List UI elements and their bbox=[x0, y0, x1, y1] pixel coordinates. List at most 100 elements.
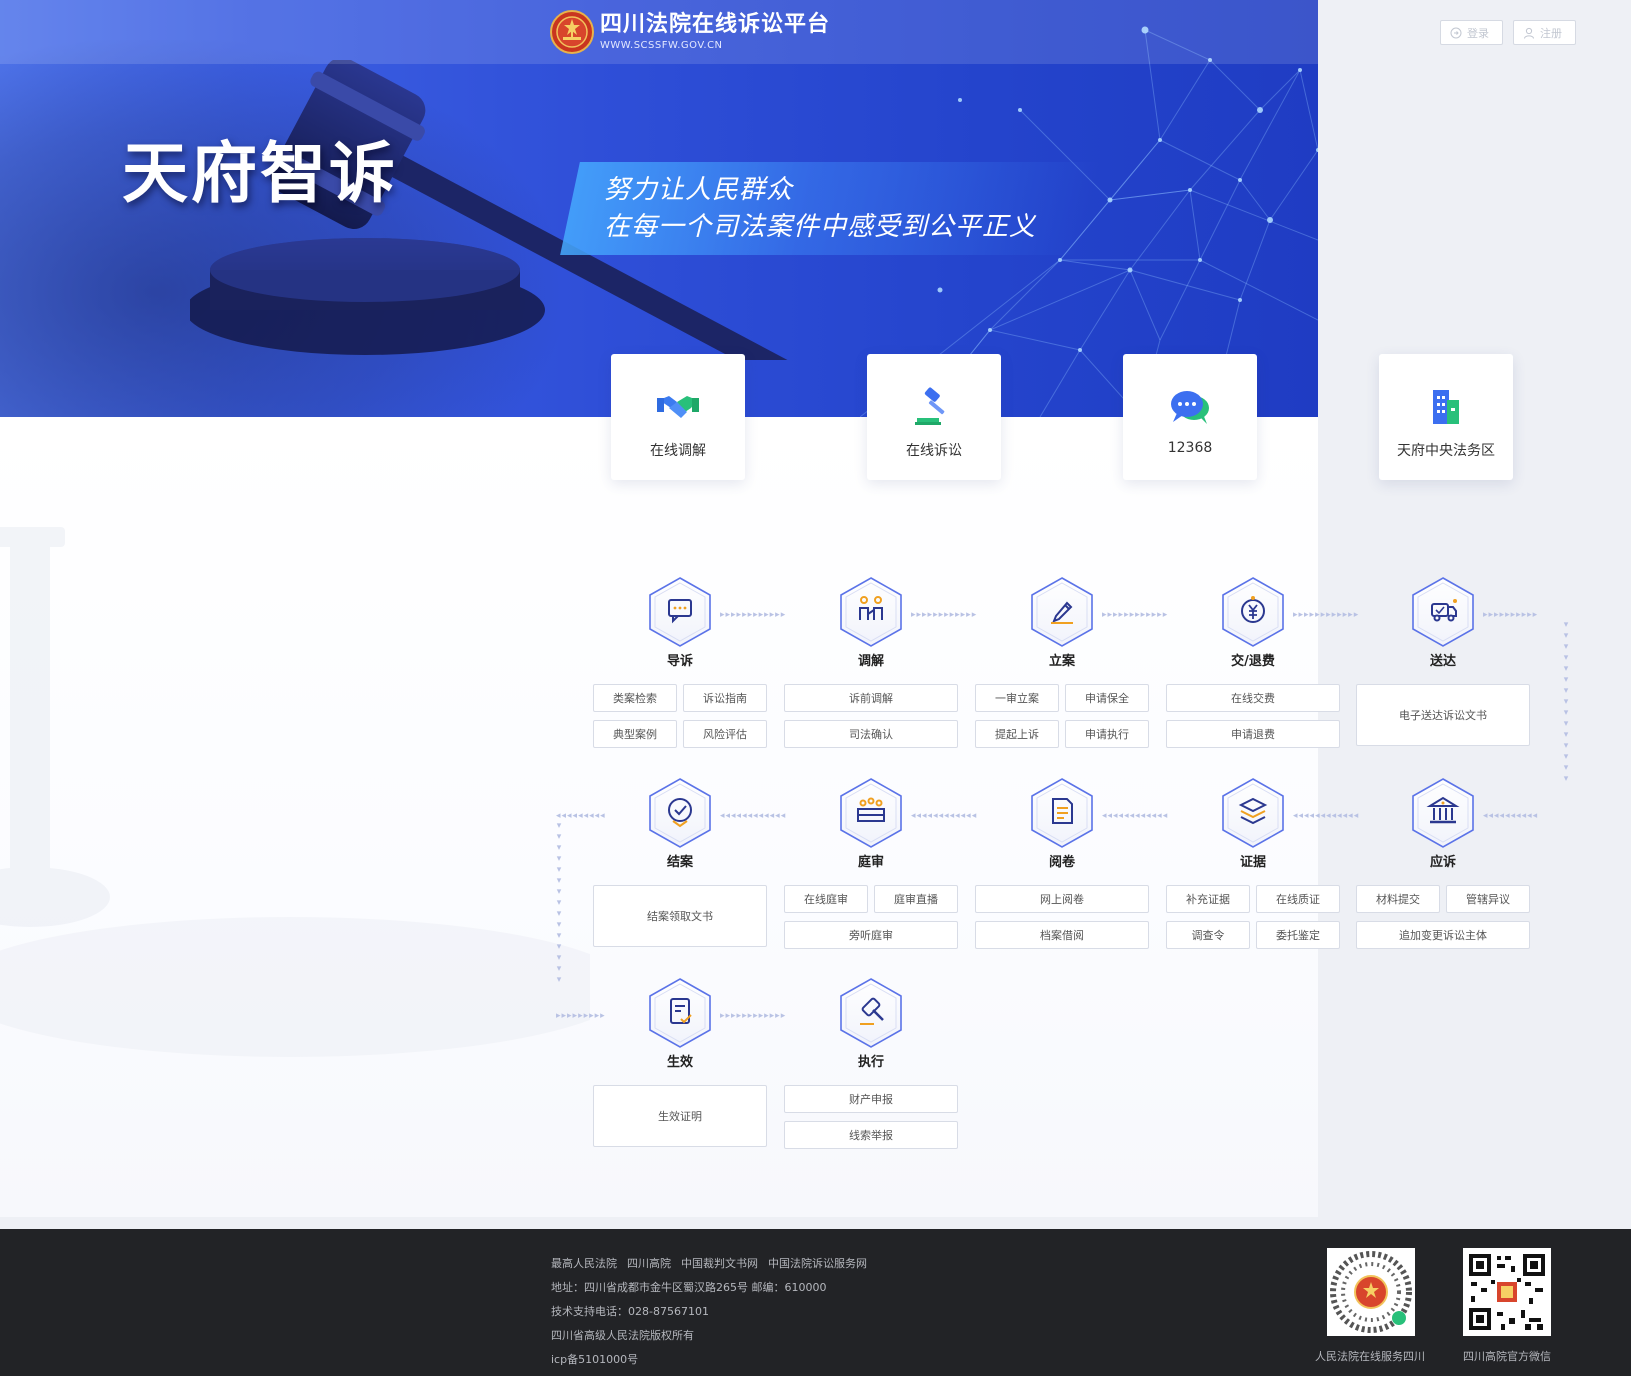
flow-chip[interactable]: 调查令 bbox=[1166, 921, 1250, 949]
flow-connector: ▸▸▸▸▸▸▸▸▸▸▸▸ bbox=[720, 610, 787, 620]
background-decoration bbox=[0, 527, 590, 1057]
miniprogram-qr bbox=[1327, 1248, 1415, 1336]
flow-step[interactable]: 应诉 bbox=[1388, 777, 1498, 870]
flow-chip[interactable]: 在线庭审 bbox=[784, 885, 868, 913]
qr2-label: 四川高院官方微信 bbox=[1463, 1350, 1551, 1363]
flow-chip[interactable]: 追加变更诉讼主体 bbox=[1356, 921, 1530, 949]
guide-chat-icon bbox=[649, 577, 711, 647]
flow-step[interactable]: 证据 bbox=[1198, 777, 1308, 870]
flow-chip[interactable]: 一审立案 bbox=[975, 684, 1059, 712]
flow-connector: ◂◂◂◂◂◂◂◂◂◂◂◂ bbox=[1293, 811, 1360, 821]
flow-step-label: 立案 bbox=[1048, 654, 1075, 669]
courtroom-icon bbox=[840, 778, 902, 848]
flow-step-label: 交/退费 bbox=[1231, 654, 1275, 669]
wechat-qr bbox=[1463, 1248, 1551, 1336]
yuan-icon bbox=[1222, 577, 1284, 647]
flow-chip[interactable]: 类案检索 bbox=[593, 684, 677, 712]
flow-connector: ◂◂◂◂◂◂◂◂◂◂◂◂ bbox=[720, 811, 787, 821]
card-online-litigation[interactable]: 在线诉讼 bbox=[867, 354, 1001, 480]
login-button[interactable]: 登录 bbox=[1440, 20, 1503, 45]
footer-link[interactable]: 中国裁判文书网 bbox=[681, 1255, 758, 1271]
footer-link[interactable]: 中国法院诉讼服务网 bbox=[768, 1255, 867, 1271]
flow-connector: ▸▸▸▸▸▸▸▸▸▸▸▸ bbox=[1102, 610, 1169, 620]
footer-icp: icp备5101000号 bbox=[551, 1353, 639, 1366]
flow-step[interactable]: 调解 bbox=[816, 576, 926, 669]
flow-chip[interactable]: 生效证明 bbox=[593, 1085, 767, 1147]
site-title: 四川法院在线诉讼平台 bbox=[600, 12, 831, 37]
flow-chip[interactable]: 补充证据 bbox=[1166, 885, 1250, 913]
flow-connector: ◂◂◂◂◂◂◂◂◂ bbox=[556, 811, 606, 821]
slogan-line-2: 在每一个司法案件中感受到公平正义 bbox=[604, 212, 1037, 242]
flow-chip[interactable]: 档案借阅 bbox=[975, 921, 1149, 949]
flow-chip[interactable]: 财产申报 bbox=[784, 1085, 958, 1113]
flow-chip[interactable]: 风险评估 bbox=[683, 720, 767, 748]
building-icon bbox=[1433, 390, 1459, 424]
flow-step[interactable]: 送达 bbox=[1388, 576, 1498, 669]
flow-connector: ▾ ▾ ▾ ▾ ▾ ▾ ▾ ▾ ▾ ▾ ▾ ▾ ▾ ▾ ▾ bbox=[556, 821, 562, 985]
flow-chip[interactable]: 材料提交 bbox=[1356, 885, 1440, 913]
card-online-mediation[interactable]: 在线调解 bbox=[611, 354, 745, 480]
wechat-qr-icon bbox=[1469, 1254, 1545, 1330]
footer-link[interactable]: 最高人民法院 bbox=[551, 1255, 617, 1271]
flow-chip[interactable]: 线索举报 bbox=[784, 1121, 958, 1149]
flow-connector: ◂◂◂◂◂◂◂◂◂◂◂◂ bbox=[911, 811, 978, 821]
flow-connector: ▾ ▾ ▾ ▾ ▾ ▾ ▾ ▾ ▾ ▾ ▾ ▾ ▾ ▾ ▾ bbox=[1563, 620, 1569, 784]
flow-chip[interactable]: 网上阅卷 bbox=[975, 885, 1149, 913]
flow-step-label: 送达 bbox=[1429, 654, 1456, 669]
card-tianfu-legal-district[interactable]: 天府中央法务区 bbox=[1379, 354, 1513, 480]
flow-step[interactable]: 执行 bbox=[816, 977, 926, 1070]
flow-step[interactable]: 阅卷 bbox=[1007, 777, 1117, 870]
flow-chip[interactable]: 诉前调解 bbox=[784, 684, 958, 712]
hero-title: 天府智诉 bbox=[122, 134, 398, 212]
flow-chip[interactable]: 庭审直播 bbox=[874, 885, 958, 913]
register-button[interactable]: 注册 bbox=[1513, 20, 1576, 45]
flow-connector: ▸▸▸▸▸▸▸▸▸▸ bbox=[1483, 610, 1539, 620]
flow-step[interactable]: 交/退费 bbox=[1198, 576, 1308, 669]
card-label: 在线调解 bbox=[650, 443, 706, 459]
flow-chip[interactable]: 在线质证 bbox=[1256, 885, 1340, 913]
flow-chip[interactable]: 电子送达诉讼文书 bbox=[1356, 684, 1530, 746]
flow-chip[interactable]: 旁听庭审 bbox=[784, 921, 958, 949]
flow-step[interactable]: 庭审 bbox=[816, 777, 926, 870]
flow-chip[interactable]: 管辖异议 bbox=[1446, 885, 1530, 913]
flow-chip[interactable]: 司法确认 bbox=[784, 720, 958, 748]
flow-chip[interactable]: 委托鉴定 bbox=[1256, 921, 1340, 949]
flow-chip[interactable]: 申请退费 bbox=[1166, 720, 1340, 748]
flow-chip[interactable]: 诉讼指南 bbox=[683, 684, 767, 712]
flow-step-label: 生效 bbox=[666, 1055, 693, 1070]
site-brand[interactable]: 四川法院在线诉讼平台 WWW.SCSSFW.GOV.CN bbox=[550, 9, 830, 55]
gavel-icon bbox=[915, 387, 945, 425]
login-label: 登录 bbox=[1467, 26, 1489, 40]
flow-chip[interactable]: 在线交费 bbox=[1166, 684, 1340, 712]
flow-connector: ▸▸▸▸▸▸▸▸▸▸▸▸ bbox=[911, 610, 978, 620]
footer-support: 技术支持电话：028-87567101 bbox=[551, 1305, 709, 1318]
flow-step[interactable]: 立案 bbox=[1007, 576, 1117, 669]
card-12368[interactable]: 12368 bbox=[1123, 354, 1257, 480]
flow-chip[interactable]: 结案领取文书 bbox=[593, 885, 767, 947]
mediation-icon bbox=[840, 577, 902, 647]
check-pin-icon bbox=[649, 778, 711, 848]
flow-step-label: 调解 bbox=[857, 654, 884, 669]
footer-link[interactable]: 四川高院 bbox=[627, 1255, 671, 1271]
footer-links: 最高人民法院 四川高院 中国裁判文书网 中国法院诉讼服务网 bbox=[551, 1255, 867, 1271]
register-label: 注册 bbox=[1540, 26, 1562, 40]
handshake-icon bbox=[657, 396, 699, 418]
user-icon bbox=[1524, 27, 1534, 39]
flow-connector: ▸▸▸▸▸▸▸▸▸▸▸▸ bbox=[720, 1011, 787, 1021]
flow-step-label: 应诉 bbox=[1429, 855, 1456, 870]
document-icon bbox=[1031, 778, 1093, 848]
flow-step[interactable]: 结案 bbox=[625, 777, 735, 870]
flow-chip[interactable]: 提起上诉 bbox=[975, 720, 1059, 748]
footer-address: 地址：四川省成都市金牛区蜀汉路265号 邮编：610000 bbox=[551, 1281, 827, 1294]
card-label: 天府中央法务区 bbox=[1397, 443, 1495, 459]
flow-step-label: 庭审 bbox=[857, 855, 884, 870]
flow-step[interactable]: 生效 bbox=[625, 977, 735, 1070]
flow-step[interactable]: 导诉 bbox=[625, 576, 735, 669]
flow-chip[interactable]: 典型案例 bbox=[593, 720, 677, 748]
flow-chip[interactable]: 申请保全 bbox=[1065, 684, 1149, 712]
slogan-text: 努力让人民群众 在每一个司法案件中感受到公平正义 bbox=[604, 172, 1036, 246]
flow-chip[interactable]: 申请执行 bbox=[1065, 720, 1149, 748]
flow-step-label: 阅卷 bbox=[1048, 855, 1075, 870]
court-emblem-icon bbox=[550, 10, 594, 54]
court-building-icon bbox=[1412, 778, 1474, 848]
